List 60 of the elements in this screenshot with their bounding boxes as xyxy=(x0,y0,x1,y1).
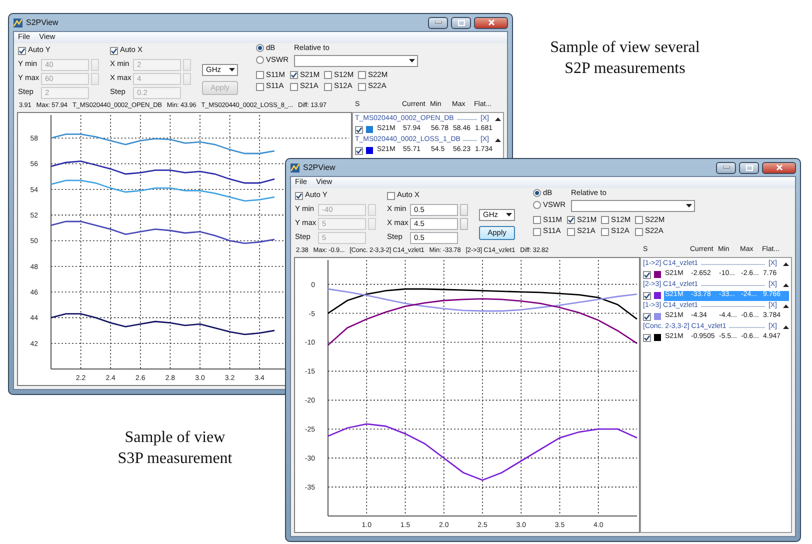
close-icon xyxy=(488,19,494,26)
checkbox[interactable] xyxy=(290,70,298,79)
checkbox[interactable] xyxy=(387,192,395,200)
spin-button[interactable] xyxy=(460,218,468,230)
checkbox[interactable] xyxy=(643,270,651,278)
minimize-button[interactable] xyxy=(428,16,448,28)
radio-button[interactable] xyxy=(256,44,264,52)
checkbox[interactable] xyxy=(256,70,264,79)
radio-button[interactable] xyxy=(533,189,541,198)
checkbox[interactable] xyxy=(358,82,366,91)
checkbox[interactable] xyxy=(643,334,651,342)
window-title: S2PView xyxy=(26,18,60,28)
radio-button[interactable] xyxy=(256,56,264,64)
checkbox[interactable] xyxy=(358,70,366,79)
caret-icon xyxy=(229,68,235,72)
checkbox[interactable] xyxy=(355,126,363,134)
spin-button[interactable] xyxy=(460,204,468,216)
checkbox[interactable] xyxy=(567,228,575,236)
caret-up-icon xyxy=(783,262,789,266)
checkbox[interactable] xyxy=(324,70,332,79)
checkbox[interactable] xyxy=(256,82,264,91)
checkbox[interactable] xyxy=(601,228,609,236)
caret-up-icon xyxy=(783,283,789,287)
maximize-button[interactable] xyxy=(451,16,471,28)
maximize-icon xyxy=(458,20,464,26)
checkbox[interactable] xyxy=(635,228,643,236)
caret-up-icon xyxy=(495,117,501,121)
close-button[interactable] xyxy=(474,16,508,28)
caption: Sample of view several S2P measurements xyxy=(549,38,701,79)
caret-up-icon xyxy=(783,304,789,308)
checkbox[interactable] xyxy=(533,228,541,236)
checkbox[interactable] xyxy=(290,82,298,91)
minimize-icon xyxy=(434,21,442,24)
caret-icon xyxy=(506,213,512,217)
checkbox[interactable] xyxy=(567,216,575,224)
checkbox[interactable] xyxy=(601,216,609,224)
caret-icon xyxy=(686,204,692,208)
caret-up-icon xyxy=(495,138,501,142)
caret-icon xyxy=(409,58,415,63)
app-icon xyxy=(290,162,300,172)
app-icon xyxy=(13,18,23,28)
maximize-button[interactable] xyxy=(739,162,759,174)
checkbox[interactable] xyxy=(635,216,643,224)
checkbox[interactable] xyxy=(18,46,26,54)
checkbox[interactable] xyxy=(110,46,118,54)
close-button[interactable] xyxy=(762,162,796,174)
checkbox[interactable] xyxy=(324,82,332,91)
caption: Sample of view S3P measurement xyxy=(116,428,234,469)
checkbox[interactable] xyxy=(355,146,363,154)
minimize-icon xyxy=(722,166,730,169)
checkbox[interactable] xyxy=(643,312,651,320)
checkbox[interactable] xyxy=(295,192,303,200)
radio-button[interactable] xyxy=(533,200,541,209)
caret-up-icon xyxy=(783,325,789,329)
checkbox[interactable] xyxy=(533,216,541,224)
maximize-icon xyxy=(746,164,752,170)
checkbox[interactable] xyxy=(643,292,651,300)
close-icon xyxy=(776,164,782,171)
window-title: S2PView xyxy=(303,162,336,172)
minimize-button[interactable] xyxy=(716,162,736,174)
